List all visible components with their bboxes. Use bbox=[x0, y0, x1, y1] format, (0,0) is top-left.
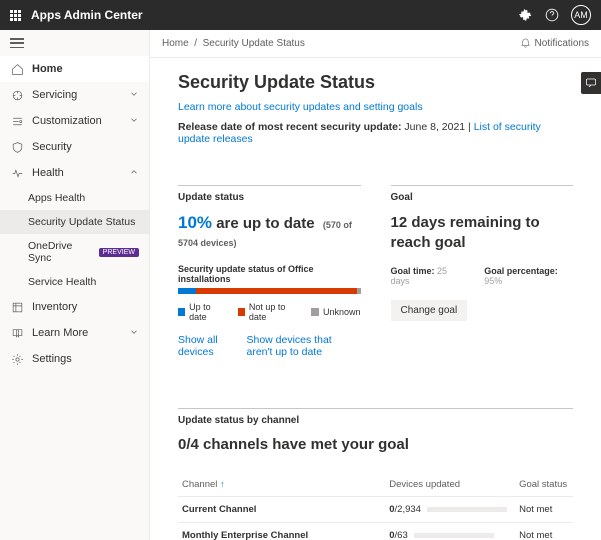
release-info: Release date of most recent security upd… bbox=[178, 121, 573, 145]
inventory-icon bbox=[10, 300, 24, 314]
sidebar-item-learn-more[interactable]: Learn More bbox=[0, 320, 149, 346]
mini-bar bbox=[414, 533, 494, 538]
bar-segment bbox=[196, 288, 357, 294]
status-chart-label: Security update status of Office install… bbox=[178, 264, 361, 284]
preview-badge: PREVIEW bbox=[99, 248, 139, 257]
settings-icon bbox=[10, 352, 24, 366]
servicing-icon bbox=[10, 88, 24, 102]
breadcrumb-home[interactable]: Home bbox=[162, 38, 189, 49]
table-row[interactable]: Monthly Enterprise Channel 0/63 Not met bbox=[178, 523, 573, 540]
change-goal-button[interactable]: Change goal bbox=[391, 300, 468, 321]
avatar[interactable]: AM bbox=[571, 5, 591, 25]
update-status-card: Update status 10% are up to date (570 of… bbox=[178, 185, 361, 358]
sidebar-item-security[interactable]: Security bbox=[0, 134, 149, 160]
sidebar-item-health[interactable]: Health bbox=[0, 160, 149, 186]
customization-icon bbox=[10, 114, 24, 128]
show-outdated-devices-link[interactable]: Show devices that aren't up to date bbox=[246, 334, 360, 358]
bar-segment bbox=[357, 288, 361, 294]
breadcrumb: Home / Security Update Status bbox=[162, 38, 305, 49]
channel-name: Monthly Enterprise Channel bbox=[178, 523, 385, 540]
sidebar-subitem-apps-health[interactable]: Apps Health bbox=[0, 186, 149, 210]
sidebar: HomeServicingCustomizationSecurityHealth… bbox=[0, 30, 150, 540]
update-status-title: Update status bbox=[178, 185, 361, 203]
health-icon bbox=[10, 166, 24, 180]
col-devices[interactable]: Devices updated bbox=[385, 473, 515, 497]
chevron-up-icon bbox=[129, 167, 139, 180]
goal-card: Goal 12 days remaining to reach goal Goa… bbox=[391, 185, 574, 358]
goal-status: Not met bbox=[515, 497, 573, 523]
bar-segment bbox=[178, 288, 196, 294]
bell-icon bbox=[520, 38, 531, 49]
sidebar-subitem-onedrive-sync[interactable]: OneDrive SyncPREVIEW bbox=[0, 234, 149, 270]
devices-updated: 0/2,934 bbox=[385, 497, 515, 523]
sidebar-item-settings[interactable]: Settings bbox=[0, 346, 149, 372]
app-title: Apps Admin Center bbox=[31, 8, 143, 22]
goal-headline: 12 days remaining to reach goal bbox=[391, 213, 574, 252]
notifications-button[interactable]: Notifications bbox=[520, 38, 589, 49]
page-title: Security Update Status bbox=[178, 72, 573, 93]
chevron-down-icon bbox=[129, 115, 139, 128]
goal-status: Not met bbox=[515, 523, 573, 540]
table-row[interactable]: Current Channel 0/2,934 Not met bbox=[178, 497, 573, 523]
hamburger-button[interactable] bbox=[0, 30, 149, 56]
status-legend: Up to date Not up to date Unknown bbox=[178, 302, 361, 322]
channels-table: Channel ↑ Devices updated Goal status Cu… bbox=[178, 473, 573, 540]
app-launcher-icon[interactable] bbox=[10, 10, 21, 21]
show-all-devices-link[interactable]: Show all devices bbox=[178, 334, 232, 358]
sidebar-item-customization[interactable]: Customization bbox=[0, 108, 149, 134]
feedback-tab[interactable] bbox=[581, 72, 601, 94]
top-bar: Apps Admin Center AM bbox=[0, 0, 601, 30]
mini-bar bbox=[427, 507, 507, 512]
learn-icon bbox=[10, 326, 24, 340]
goal-title: Goal bbox=[391, 185, 574, 203]
col-status[interactable]: Goal status bbox=[515, 473, 573, 497]
feedback-icon bbox=[585, 77, 597, 89]
sort-up-icon: ↑ bbox=[220, 479, 225, 489]
learn-more-link[interactable]: Learn more about security updates and se… bbox=[178, 101, 423, 113]
devices-updated: 0/63 bbox=[385, 523, 515, 540]
sidebar-item-inventory[interactable]: Inventory bbox=[0, 294, 149, 320]
home-icon bbox=[10, 62, 24, 76]
chevron-down-icon bbox=[129, 327, 139, 340]
update-status-headline: 10% are up to date (570 of 5704 devices) bbox=[178, 213, 361, 250]
security-icon bbox=[10, 140, 24, 154]
breadcrumb-bar: Home / Security Update Status Notificati… bbox=[150, 30, 601, 58]
status-bar-chart bbox=[178, 288, 361, 294]
gear-icon[interactable] bbox=[519, 8, 533, 22]
channels-section-title: Update status by channel bbox=[178, 408, 573, 426]
sidebar-subitem-security-update-status[interactable]: Security Update Status bbox=[0, 210, 149, 234]
breadcrumb-current: Security Update Status bbox=[203, 38, 305, 49]
sidebar-subitem-service-health[interactable]: Service Health bbox=[0, 270, 149, 294]
channel-name: Current Channel bbox=[178, 497, 385, 523]
help-icon[interactable] bbox=[545, 8, 559, 22]
sidebar-item-servicing[interactable]: Servicing bbox=[0, 82, 149, 108]
chevron-down-icon bbox=[129, 89, 139, 102]
sidebar-item-home[interactable]: Home bbox=[0, 56, 149, 82]
channels-headline: 0/4 channels have met your goal bbox=[178, 436, 573, 453]
col-channel[interactable]: Channel ↑ bbox=[178, 473, 385, 497]
